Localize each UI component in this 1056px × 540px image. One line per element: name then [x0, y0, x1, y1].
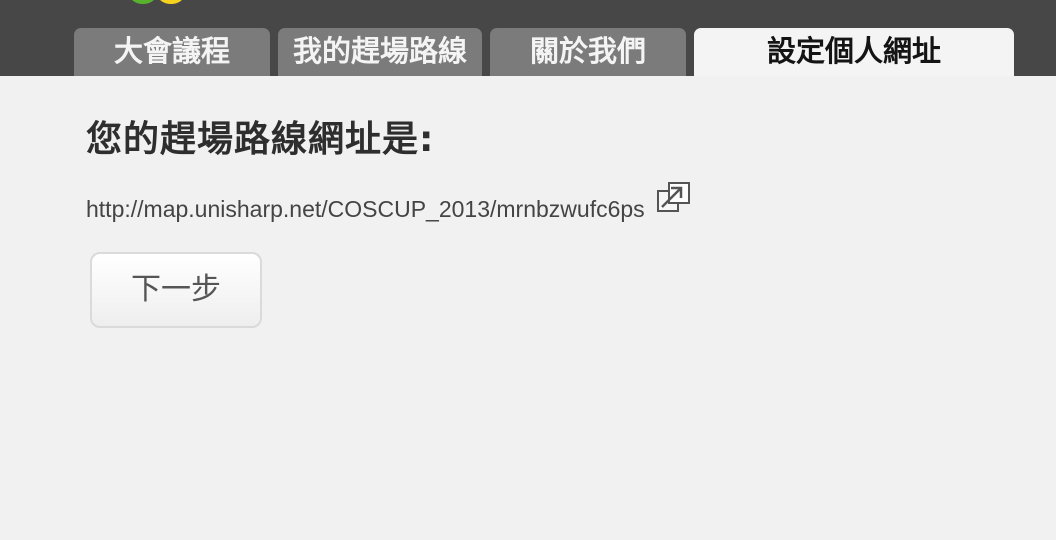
site-logo[interactable] — [128, 0, 190, 8]
route-url-link[interactable]: http://map.unisharp.net/COSCUP_2013/mrnb… — [86, 196, 645, 222]
route-url-row: http://map.unisharp.net/COSCUP_2013/mrnb… — [86, 182, 694, 226]
logo-yellow-shape — [158, 0, 184, 4]
logo-green-shape — [130, 0, 156, 4]
next-step-button[interactable]: 下一步 — [90, 252, 262, 328]
external-link-icon[interactable] — [656, 180, 694, 216]
tab-set-personal-url[interactable]: 設定個人網址 — [694, 28, 1014, 76]
tab-about-us[interactable]: 關於我們 — [490, 28, 686, 76]
external-link-icon-svg — [656, 182, 690, 212]
tab-my-route[interactable]: 我的趕場路線 — [278, 28, 482, 76]
tab-agenda[interactable]: 大會議程 — [74, 28, 270, 76]
top-navigation-bar: 大會議程 我的趕場路線 關於我們 設定個人網址 — [0, 0, 1056, 76]
page-heading: 您的趕場路線網址是: — [86, 119, 435, 160]
